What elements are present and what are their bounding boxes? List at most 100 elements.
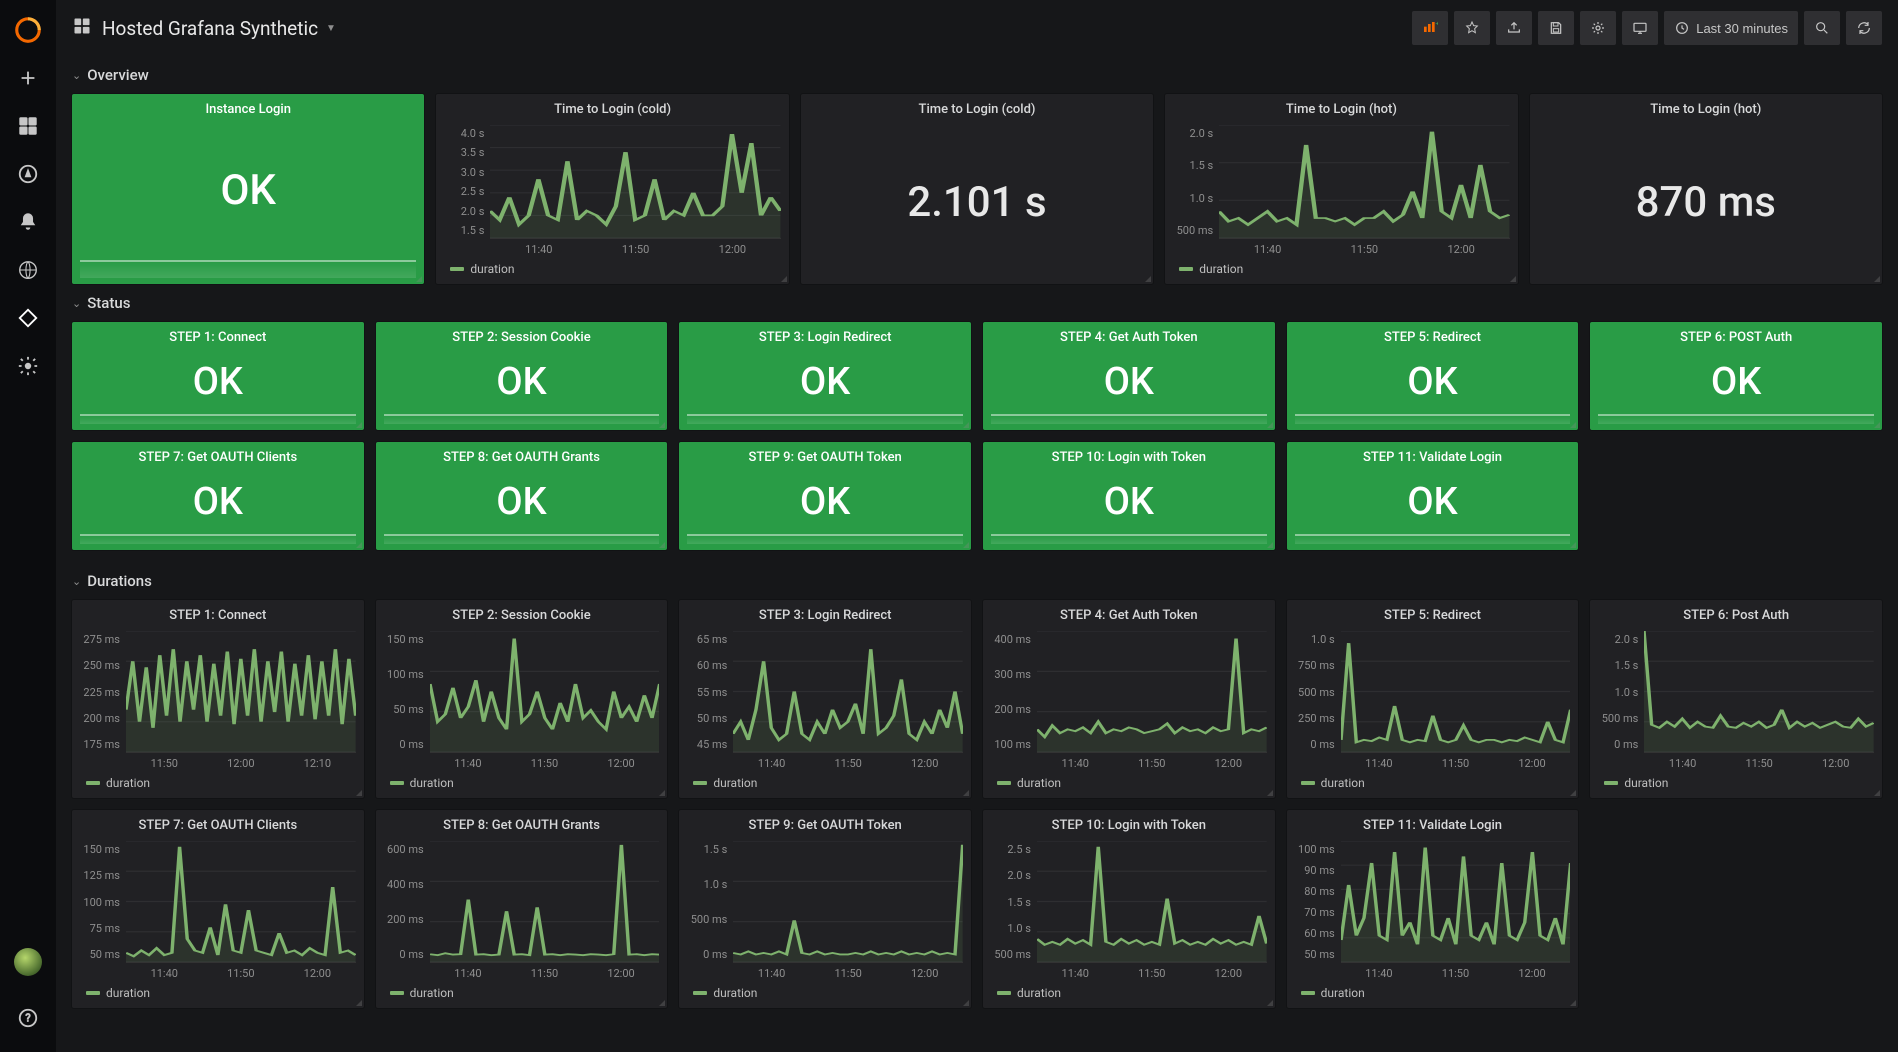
panel-status-step[interactable]: STEP 4: Get Auth Token OK: [983, 322, 1275, 430]
nav-plugin[interactable]: [0, 294, 56, 342]
panel-title: STEP 5: Redirect: [1287, 600, 1579, 627]
nav-user-avatar[interactable]: [0, 938, 56, 986]
dashboards-icon[interactable]: [72, 16, 92, 40]
add-panel-button[interactable]: +: [1412, 11, 1448, 45]
resize-handle[interactable]: [354, 540, 362, 548]
resize-handle[interactable]: [1265, 540, 1273, 548]
panel-status-step[interactable]: STEP 5: Redirect OK: [1287, 322, 1579, 430]
nav-dashboards[interactable]: [0, 102, 56, 150]
resize-handle[interactable]: [1872, 420, 1880, 428]
save-button[interactable]: [1538, 11, 1574, 45]
resize-handle[interactable]: [354, 788, 362, 796]
zoom-out-button[interactable]: [1804, 11, 1840, 45]
nav-alerting[interactable]: [0, 198, 56, 246]
star-button[interactable]: [1454, 11, 1490, 45]
resize-handle[interactable]: [354, 998, 362, 1006]
nav-create[interactable]: [0, 54, 56, 102]
panel-status-step[interactable]: STEP 8: Get OAUTH Grants OK: [376, 442, 668, 550]
panel-duration-step[interactable]: STEP 1: Connect 275 ms250 ms225 ms200 ms…: [72, 600, 364, 798]
resize-handle[interactable]: [657, 788, 665, 796]
refresh-button[interactable]: [1846, 11, 1882, 45]
resize-handle[interactable]: [1568, 420, 1576, 428]
row-header-overview[interactable]: ⌄ Overview: [68, 56, 1886, 94]
legend-swatch: [390, 781, 404, 785]
resize-handle[interactable]: [414, 274, 422, 282]
panel-value: OK: [1104, 469, 1154, 534]
resize-handle[interactable]: [1143, 274, 1151, 282]
x-axis: 11:4011:5012:00: [436, 239, 788, 258]
sparkline: [1598, 414, 1874, 424]
resize-handle[interactable]: [779, 274, 787, 282]
resize-handle[interactable]: [657, 420, 665, 428]
legend: duration: [376, 772, 668, 798]
panel-duration-step[interactable]: STEP 4: Get Auth Token 400 ms300 ms200 m…: [983, 600, 1275, 798]
resize-handle[interactable]: [1265, 788, 1273, 796]
plot-area: [1341, 841, 1571, 963]
panel-status-step[interactable]: STEP 1: Connect OK: [72, 322, 364, 430]
panel-status-step[interactable]: STEP 3: Login Redirect OK: [679, 322, 971, 430]
dashboard-title[interactable]: Hosted Grafana Synthetic ▼: [102, 17, 336, 40]
row-header-durations[interactable]: ⌄ Durations: [68, 562, 1886, 600]
panel-status-step[interactable]: STEP 11: Validate Login OK: [1287, 442, 1579, 550]
panel-duration-step[interactable]: STEP 7: Get OAUTH Clients 150 ms125 ms10…: [72, 810, 364, 1008]
svg-text:+: +: [1436, 20, 1439, 27]
resize-handle[interactable]: [961, 998, 969, 1006]
panel-ttl-cold-graph[interactable]: Time to Login (cold) 4.0 s3.5 s3.0 s2.5 …: [436, 94, 788, 284]
resize-handle[interactable]: [1568, 998, 1576, 1006]
resize-handle[interactable]: [961, 540, 969, 548]
resize-handle[interactable]: [961, 788, 969, 796]
panel-value: OK: [1407, 349, 1457, 414]
legend: duration: [72, 772, 364, 798]
resize-handle[interactable]: [961, 420, 969, 428]
panel-duration-step[interactable]: STEP 3: Login Redirect 65 ms60 ms55 ms50…: [679, 600, 971, 798]
nav-configuration[interactable]: [0, 342, 56, 390]
legend-swatch: [693, 991, 707, 995]
row-header-status[interactable]: ⌄ Status: [68, 284, 1886, 322]
panel-value: OK: [800, 469, 850, 534]
legend-swatch: [450, 267, 464, 271]
share-button[interactable]: [1496, 11, 1532, 45]
panel-duration-step[interactable]: STEP 10: Login with Token 2.5 s2.0 s1.5 …: [983, 810, 1275, 1008]
resize-handle[interactable]: [657, 540, 665, 548]
resize-handle[interactable]: [1568, 540, 1576, 548]
nav-explore[interactable]: [0, 150, 56, 198]
cycle-view-mode-button[interactable]: [1622, 11, 1658, 45]
panel-duration-step[interactable]: STEP 11: Validate Login 100 ms90 ms80 ms…: [1287, 810, 1579, 1008]
nav-globe[interactable]: [0, 246, 56, 294]
legend: duration: [376, 982, 668, 1008]
panel-status-step[interactable]: STEP 7: Get OAUTH Clients OK: [72, 442, 364, 550]
resize-handle[interactable]: [1265, 420, 1273, 428]
panel-duration-step[interactable]: STEP 2: Session Cookie 150 ms100 ms50 ms…: [376, 600, 668, 798]
resize-handle[interactable]: [1265, 998, 1273, 1006]
y-axis: 1.5 s1.0 s500 ms0 ms: [681, 841, 733, 963]
panel-duration-step[interactable]: STEP 5: Redirect 1.0 s750 ms500 ms250 ms…: [1287, 600, 1579, 798]
panel-ttl-hot-graph[interactable]: Time to Login (hot) 2.0 s1.5 s1.0 s500 m…: [1165, 94, 1517, 284]
nav-help[interactable]: ?: [0, 994, 56, 1042]
panel-status-step[interactable]: STEP 2: Session Cookie OK: [376, 322, 668, 430]
panel-instance-login[interactable]: Instance Login OK: [72, 94, 424, 284]
legend-label: duration: [1624, 776, 1668, 790]
settings-button[interactable]: [1580, 11, 1616, 45]
grafana-logo[interactable]: [0, 6, 56, 54]
panel-duration-step[interactable]: STEP 9: Get OAUTH Token 1.5 s1.0 s500 ms…: [679, 810, 971, 1008]
resize-handle[interactable]: [1872, 788, 1880, 796]
resize-handle[interactable]: [657, 998, 665, 1006]
panel-value: OK: [220, 121, 275, 260]
plot-area: [733, 841, 963, 963]
panel-value: OK: [800, 349, 850, 414]
resize-handle[interactable]: [1568, 788, 1576, 796]
panel-duration-step[interactable]: STEP 8: Get OAUTH Grants 600 ms400 ms200…: [376, 810, 668, 1008]
panel-status-step[interactable]: STEP 10: Login with Token OK: [983, 442, 1275, 550]
panel-status-step[interactable]: STEP 6: POST Auth OK: [1590, 322, 1882, 430]
panel-ttl-hot-stat[interactable]: Time to Login (hot) 870 ms: [1530, 94, 1882, 284]
panel-ttl-cold-stat[interactable]: Time to Login (cold) 2.101 s: [801, 94, 1153, 284]
chevron-down-icon: ⌄: [72, 297, 81, 310]
legend-swatch: [390, 991, 404, 995]
legend: duration: [1287, 772, 1579, 798]
panel-duration-step[interactable]: STEP 6: Post Auth 2.0 s1.5 s1.0 s500 ms0…: [1590, 600, 1882, 798]
resize-handle[interactable]: [354, 420, 362, 428]
time-range-picker[interactable]: Last 30 minutes: [1664, 11, 1798, 45]
panel-status-step[interactable]: STEP 9: Get OAUTH Token OK: [679, 442, 971, 550]
resize-handle[interactable]: [1872, 274, 1880, 282]
resize-handle[interactable]: [1508, 274, 1516, 282]
